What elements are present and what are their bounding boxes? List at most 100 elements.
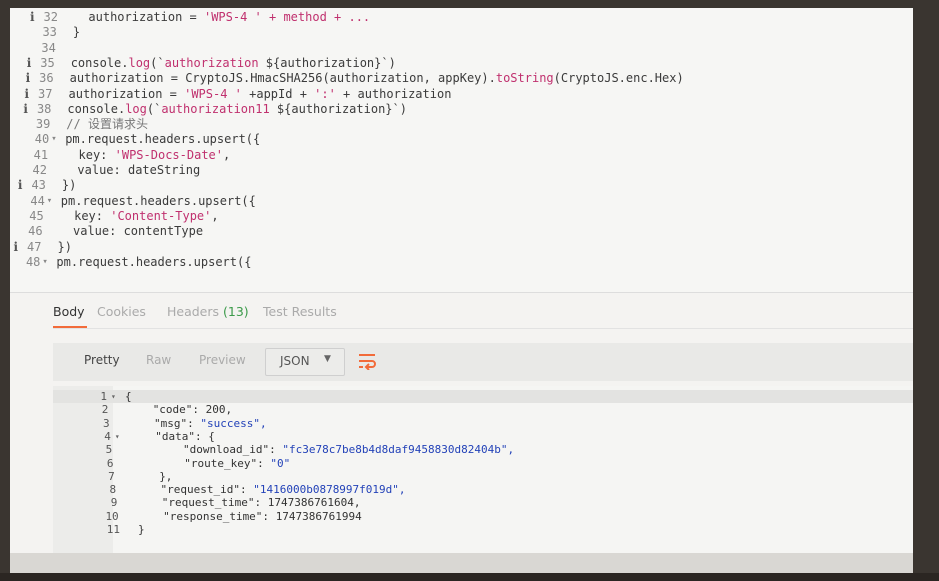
code-text: authorization = CryptoJS.HmacSHA256(auth… (70, 71, 684, 86)
code-token: (CryptoJS.enc.Hex) (553, 71, 684, 86)
code-token: `) (381, 55, 396, 70)
code-text: pm.request.headers.upsert({ (61, 194, 256, 209)
code-token: log (125, 101, 147, 116)
code-token: ${authorization} (276, 101, 393, 116)
fold-toggle-icon[interactable]: ▾ (47, 194, 52, 209)
tab-headers-label: Headers (167, 304, 220, 319)
monitor-bezel (0, 573, 939, 581)
json-line-number: 2 (101, 403, 109, 417)
code-token: (` (150, 55, 165, 70)
script-editor[interactable]: i 32 authorization = 'WPS-4 ' + method + .… (10, 8, 913, 292)
json-line-number: 4 (104, 429, 111, 443)
json-value: 200, (205, 403, 233, 417)
tab-cookies-label: Cookies (97, 304, 146, 319)
line-number: 44 (30, 193, 45, 208)
code-token: }) (57, 239, 72, 254)
code-token: 'Content-Type' (110, 208, 212, 223)
panel-divider (10, 292, 913, 293)
response-body[interactable]: 1 ▾ {2 "code": 200, 3 "msg": "success", 4 ▾ "dat… (53, 386, 913, 553)
tab-headers[interactable]: Headers (13) (167, 304, 249, 319)
code-token: pm.request.headers.upsert({ (56, 254, 252, 269)
code-token: , (223, 147, 231, 162)
code-token: toString (495, 71, 554, 86)
line-number: 34 (41, 40, 56, 55)
code-text: value: contentType (73, 224, 203, 239)
wrap-lines-icon[interactable] (357, 352, 377, 370)
format-value: JSON (280, 354, 310, 368)
code-text: value: dateString (77, 163, 200, 178)
code-token: } (72, 25, 81, 40)
view-pretty[interactable]: Pretty (84, 353, 120, 367)
json-text: { (125, 391, 132, 403)
json-key: "data": (155, 429, 209, 443)
json-text: "code": 200, (153, 404, 232, 416)
fold-toggle-icon[interactable]: ▾ (42, 255, 47, 270)
code-token: 'WPS-Docs-Date' (114, 147, 223, 162)
json-line-number: 5 (105, 443, 113, 457)
fold-toggle-icon[interactable]: ▾ (115, 431, 120, 443)
line-number: 46 (28, 224, 43, 239)
line-number: 38 (36, 101, 52, 116)
json-key: "route_key": (184, 456, 271, 470)
json-line-number: 7 (108, 469, 115, 483)
code-token: log (128, 55, 151, 70)
code-text: } (73, 25, 80, 40)
code-token: ':' (314, 86, 336, 101)
json-text: } (138, 524, 145, 536)
json-text: "download_id": "fc3e78c7be8b4d8daf945883… (183, 444, 514, 456)
json-value: "fc3e78c7be8b4d8daf9458830d82404b", (282, 443, 515, 457)
json-value: 1747386761994 (275, 509, 362, 523)
line-number: 45 (29, 208, 44, 223)
json-value: }, (159, 469, 173, 483)
tab-body-label: Body (53, 304, 85, 319)
line-number: 39 (35, 117, 51, 132)
code-token: , (211, 208, 219, 223)
tab-test-results-label: Test Results (263, 304, 337, 319)
json-line-number: 3 (102, 416, 110, 430)
json-text: "response_time": 1747386761994 (163, 509, 362, 523)
tab-cookies[interactable]: Cookies (97, 304, 146, 319)
json-value: 1747386761604, (267, 496, 361, 510)
code-token: authorization = (88, 10, 204, 24)
line-number: 43 (31, 178, 46, 193)
code-token: key: (78, 147, 115, 162)
json-key: "download_id": (183, 443, 283, 457)
code-token: value: contentType (73, 224, 204, 239)
code-text: }) (58, 240, 72, 255)
json-value: { (208, 429, 215, 443)
code-text: }) (62, 178, 76, 193)
code-text: key: 'Content-Type', (74, 209, 219, 224)
code-token: authorization11 (161, 101, 277, 116)
tab-body[interactable]: Body (53, 304, 85, 319)
view-raw[interactable]: Raw (146, 353, 171, 367)
view-preview[interactable]: Preview (199, 353, 246, 367)
format-dropdown[interactable]: JSON ▼ (265, 348, 345, 376)
line-number: 47 (27, 239, 42, 254)
code-token: console. (70, 55, 129, 70)
code-text: key: 'WPS-Docs-Date', (79, 148, 231, 163)
json-line-number: 6 (106, 456, 114, 470)
chevron-down-icon: ▼ (324, 354, 331, 364)
code-token: pm.request.headers.upsert({ (65, 132, 261, 147)
json-value: "1416000b0878997f019d", (253, 483, 406, 497)
code-text: pm.request.headers.upsert({ (65, 132, 260, 147)
json-value: "success", (200, 416, 267, 430)
json-line-number: 1 (100, 390, 107, 403)
code-token: (` (146, 101, 162, 116)
code-token: // 设置请求头 (66, 117, 148, 132)
code-token: authorization = CryptoJS.HmacSHA256(auth… (69, 71, 496, 86)
tab-test-results[interactable]: Test Results (263, 304, 337, 319)
status-area (10, 553, 913, 573)
json-text: "request_id": "1416000b0878997f019d", (161, 484, 406, 496)
fold-toggle-icon[interactable]: ▾ (111, 391, 116, 403)
json-key: "request_time": (161, 496, 268, 510)
json-key: "code": (152, 403, 206, 417)
active-line-highlight (53, 390, 913, 403)
code-token: 'WPS-4 ' + method + ... (203, 10, 371, 24)
fold-toggle-icon[interactable]: ▾ (51, 132, 56, 147)
code-token: key: (74, 208, 111, 223)
code-token: }) (61, 178, 77, 193)
json-key: "msg": (154, 416, 201, 430)
line-number: 36 (39, 71, 54, 86)
json-text: "msg": "success", (154, 416, 267, 430)
